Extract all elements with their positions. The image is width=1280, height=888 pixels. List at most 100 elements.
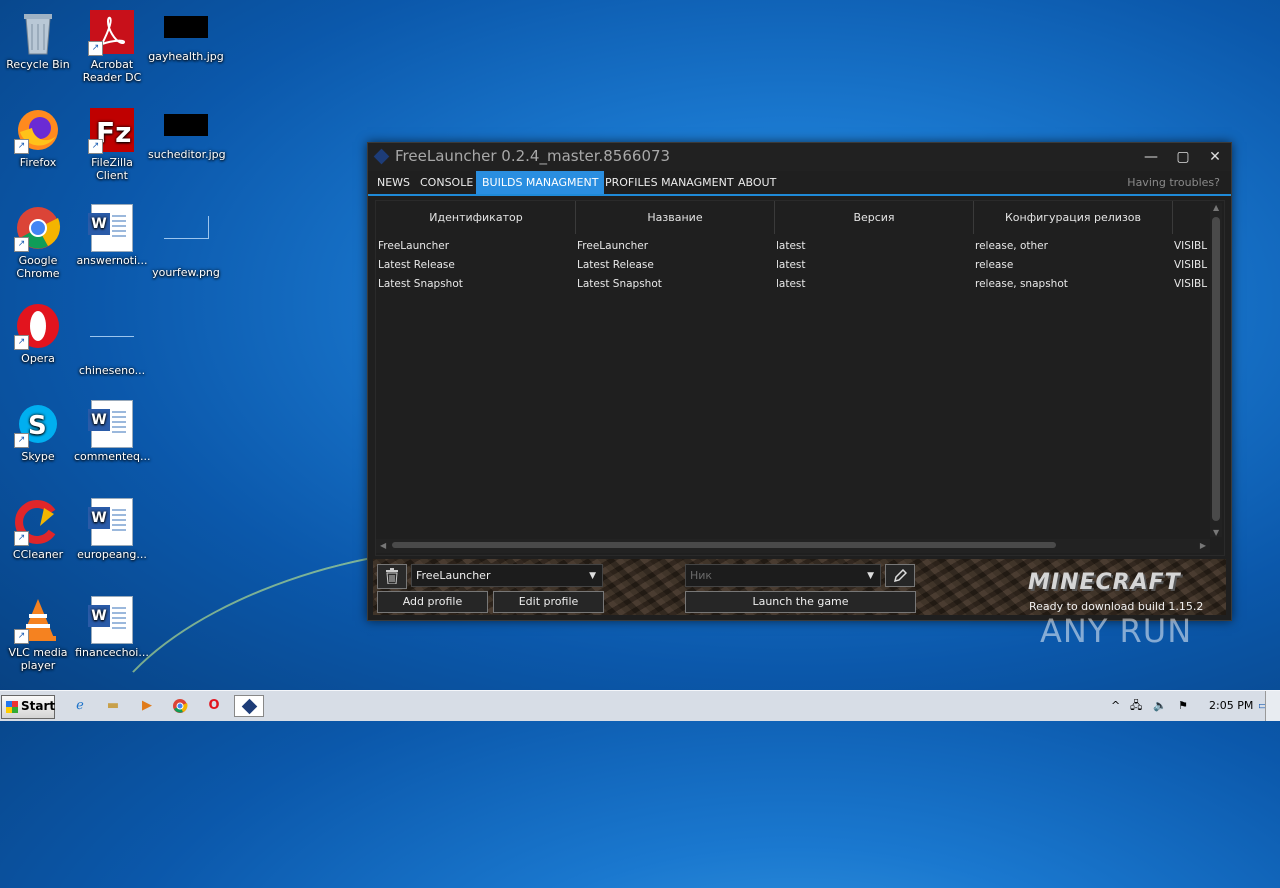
tab-about[interactable]: ABOUT [732,171,782,194]
edit-nickname-button[interactable] [885,564,915,587]
scroll-up-icon[interactable]: ▲ [1213,203,1219,212]
minecraft-logo: MINECRAFT [1028,570,1181,595]
image-file-icon [162,216,210,264]
desktop-icon-recycle-bin[interactable]: Recycle Bin [0,4,76,71]
tab-profiles-managment[interactable]: PROFILES MANAGMENT [599,171,740,194]
windows-logo-icon [6,701,18,713]
pencil-icon [893,568,908,583]
svg-text:S: S [28,411,47,441]
scroll-right-icon[interactable]: ▶ [1200,541,1206,550]
scroll-left-icon[interactable]: ◀ [380,541,386,550]
vertical-scroll-thumb[interactable] [1212,217,1220,521]
shortcut-arrow-icon: ↗ [14,237,29,252]
shortcut-arrow-icon: ↗ [88,41,103,56]
desktop-icon-europeang[interactable]: W europeang... [74,494,150,561]
column-header-release-config[interactable]: Конфигурация релизов [973,201,1172,234]
opera-taskbar-icon[interactable]: O [202,695,226,717]
vertical-scrollbar[interactable]: ▲ ▼ [1210,203,1222,537]
desktop-icons: Recycle Bin ↗ Acrobat Reader DC gayhealt… [0,0,240,690]
nickname-input[interactable]: Ник ▼ [685,564,881,587]
desktop-icon-label: gayhealth.jpg [148,50,224,63]
maximize-button[interactable]: ▢ [1167,143,1199,171]
desktop-icon-financechoi[interactable]: W financechoi... [74,592,150,659]
desktop-icon-firefox[interactable]: ↗ Firefox [0,102,76,169]
horizontal-scrollbar[interactable]: ◀ ▶ [376,539,1210,553]
window-titlebar[interactable]: FreeLauncher 0.2.4_master.8566073 — ▢ ✕ [368,143,1231,171]
column-header-visibility[interactable] [1172,201,1211,234]
column-header-version[interactable]: Версия [774,201,973,234]
image-file-icon [164,16,208,38]
network-tray-icon[interactable]: 🖧 [1130,691,1142,721]
column-header-id[interactable]: Идентификатор [378,201,574,234]
volume-tray-icon[interactable]: 🔈 [1153,691,1167,721]
cell-release-config: release [975,259,1014,271]
builds-table: Идентификатор Название Версия Конфигурац… [375,200,1225,556]
minimize-button[interactable]: — [1135,143,1167,171]
launch-game-button[interactable]: Launch the game [685,591,916,613]
file-explorer-icon[interactable]: ▬ [101,695,125,717]
cell-visibility: VISIBL [1174,259,1208,271]
desktop-icon-acrobat[interactable]: ↗ Acrobat Reader DC [74,4,150,84]
desktop-icon-opera[interactable]: ↗ Opera [0,298,76,365]
desktop-icon-gayhealth[interactable]: gayhealth.jpg [148,4,224,63]
clock[interactable]: 2:05 PM [1209,691,1253,721]
horizontal-scroll-thumb[interactable] [392,542,1056,548]
desktop-icon-chineseno[interactable]: chineseno... [74,298,150,377]
desktop-icon-answernoti[interactable]: W answernoti... [74,200,150,267]
desktop-icon-filezilla[interactable]: Fz ↗ FileZilla Client [74,102,150,182]
tab-news[interactable]: NEWS [371,171,416,194]
cell-visibility: VISIBL [1174,240,1208,252]
desktop-icon-label: CCleaner [12,548,64,561]
trash-icon [386,568,398,585]
chrome-taskbar-icon[interactable] [168,695,192,717]
shortcut-arrow-icon: ↗ [14,139,29,154]
shortcut-arrow-icon: ↗ [14,433,29,448]
taskbar: Start ℯ ▬ ▶ O ^ 🖧 🔈 ⚑ 2:05 PM ▭ [0,690,1280,721]
shortcut-arrow-icon: ↗ [14,531,29,546]
cell-name: Latest Snapshot [577,278,662,290]
having-troubles-link[interactable]: Having troubles? [1127,171,1220,194]
desktop-icon-chrome[interactable]: ↗ Google Chrome [0,200,76,280]
profile-select[interactable]: FreeLauncher ▼ [411,564,603,587]
tab-console[interactable]: CONSOLE [414,171,479,194]
column-header-name[interactable]: Название [575,201,774,234]
desktop-icon-label: yourfew.png [152,266,220,279]
cell-release-config: release, snapshot [975,278,1068,290]
desktop-icon-label: sucheditor.jpg [148,148,226,161]
desktop-icon-vlc[interactable]: ↗ VLC media player [0,592,76,672]
add-profile-button[interactable]: Add profile [377,591,488,613]
start-button[interactable]: Start [1,695,55,719]
desktop-icon-sucheditor[interactable]: sucheditor.jpg [148,102,226,161]
desktop-icon-commenteq[interactable]: W commenteq... [74,396,151,463]
scroll-down-icon[interactable]: ▼ [1213,528,1219,537]
freelauncher-taskbar-icon[interactable] [234,695,264,717]
desktop-icon-label: Firefox [19,156,57,169]
skype-icon: S ↗ [14,400,62,448]
cell-id: FreeLauncher [378,240,450,252]
show-desktop-button[interactable] [1265,691,1280,721]
desktop-icon-label: VLC media player [8,646,68,672]
desktop-icon-label: europeang... [77,548,147,561]
word-doc-icon: W [88,596,136,644]
desktop-icon-skype[interactable]: S ↗ Skype [0,396,76,463]
tab-builds-managment[interactable]: BUILDS MANAGMENT [476,171,605,194]
tray-expand-icon[interactable]: ^ [1111,691,1120,721]
window-title: FreeLauncher 0.2.4_master.8566073 [395,147,671,165]
anyrun-watermark: ANY RUN [1040,612,1193,650]
launcher-bottom-panel: FreeLauncher ▼ Add profile Edit profile … [373,559,1226,615]
word-doc-icon: W [88,400,136,448]
file-icon [88,314,136,362]
cell-visibility: VISIBL [1174,278,1208,290]
edit-profile-button[interactable]: Edit profile [493,591,604,613]
desktop-icon-label: Skype [21,450,55,463]
chevron-down-icon: ▼ [867,571,874,581]
shortcut-arrow-icon: ↗ [14,335,29,350]
media-player-icon[interactable]: ▶ [135,695,159,717]
delete-profile-button[interactable] [377,564,407,589]
close-button[interactable]: ✕ [1199,143,1231,171]
download-status: Ready to download build 1.15.2 [1029,600,1204,613]
action-center-flag-icon[interactable]: ⚑ [1178,691,1188,721]
desktop-icon-ccleaner[interactable]: ↗ CCleaner [0,494,76,561]
internet-explorer-icon[interactable]: ℯ [68,695,92,717]
desktop-icon-yourfew[interactable]: yourfew.png [148,200,224,279]
